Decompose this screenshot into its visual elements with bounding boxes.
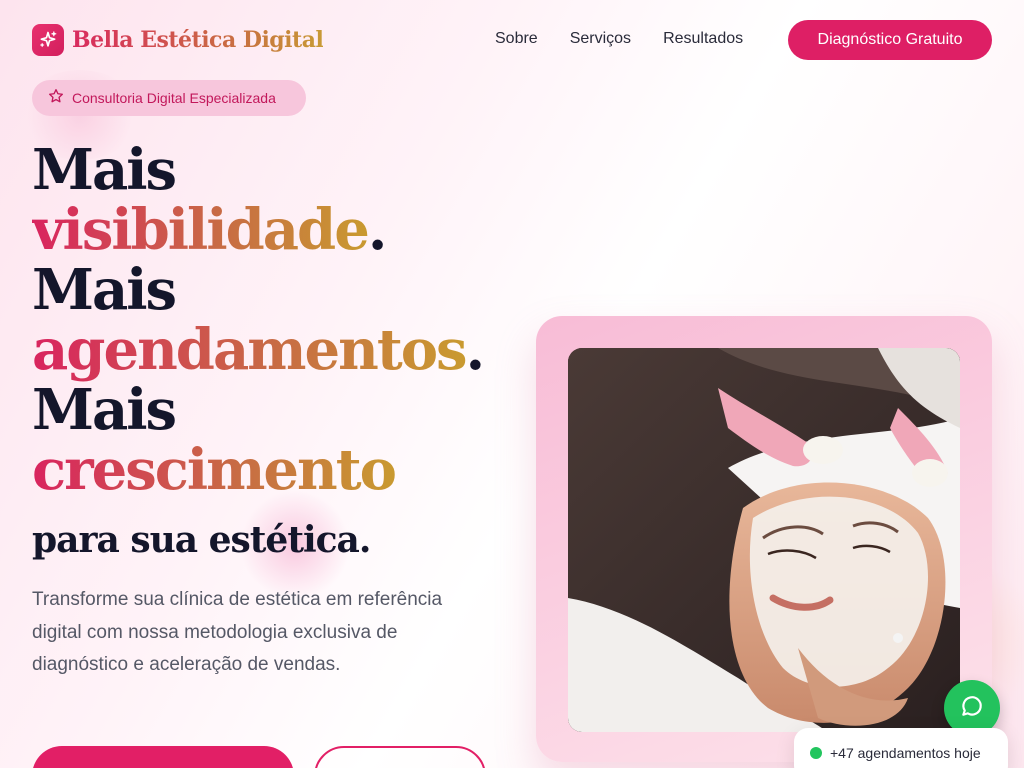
headline-line: Mais bbox=[32, 137, 177, 203]
nav-link-servicos[interactable]: Serviços bbox=[570, 30, 631, 48]
hero-headline: Mais visibilidade. Mais agendamentos. Ma… bbox=[32, 140, 512, 564]
status-text: +47 agendamentos hoje bbox=[830, 745, 981, 761]
secondary-cta-button[interactable] bbox=[314, 746, 486, 768]
headline-line: Mais bbox=[32, 377, 177, 443]
brand-name: Bella Estética Digital bbox=[72, 27, 324, 53]
headline-highlight-agendamentos: agendamentos bbox=[32, 317, 468, 383]
hero-lead: Transforme sua clínica de estética em re… bbox=[32, 589, 443, 675]
sparkles-icon bbox=[32, 24, 64, 56]
status-dot bbox=[810, 747, 822, 759]
live-status-card: +47 agendamentos hoje bbox=[794, 728, 1008, 768]
whatsapp-icon bbox=[959, 693, 985, 723]
main-nav: Sobre Serviços Resultados bbox=[495, 30, 743, 48]
headline-highlight-crescimento: crescimento bbox=[32, 437, 397, 503]
star-icon bbox=[48, 88, 64, 108]
primary-cta-button[interactable] bbox=[32, 746, 294, 768]
brand-logo[interactable]: Bella Estética Digital bbox=[32, 24, 324, 56]
nav-link-resultados[interactable]: Resultados bbox=[663, 30, 743, 48]
consultoria-badge: Consultoria Digital Especializada bbox=[32, 80, 306, 116]
facial-treatment-photo bbox=[568, 348, 960, 732]
headline-line: Mais bbox=[32, 257, 177, 323]
diagnostico-gratuito-button[interactable]: Diagnóstico Gratuito bbox=[788, 20, 992, 60]
headline-tagline: para sua estética bbox=[32, 519, 360, 561]
headline-highlight-visibilidade: visibilidade bbox=[32, 197, 370, 263]
badge-label: Consultoria Digital Especializada bbox=[72, 90, 276, 106]
nav-link-sobre[interactable]: Sobre bbox=[495, 30, 538, 48]
